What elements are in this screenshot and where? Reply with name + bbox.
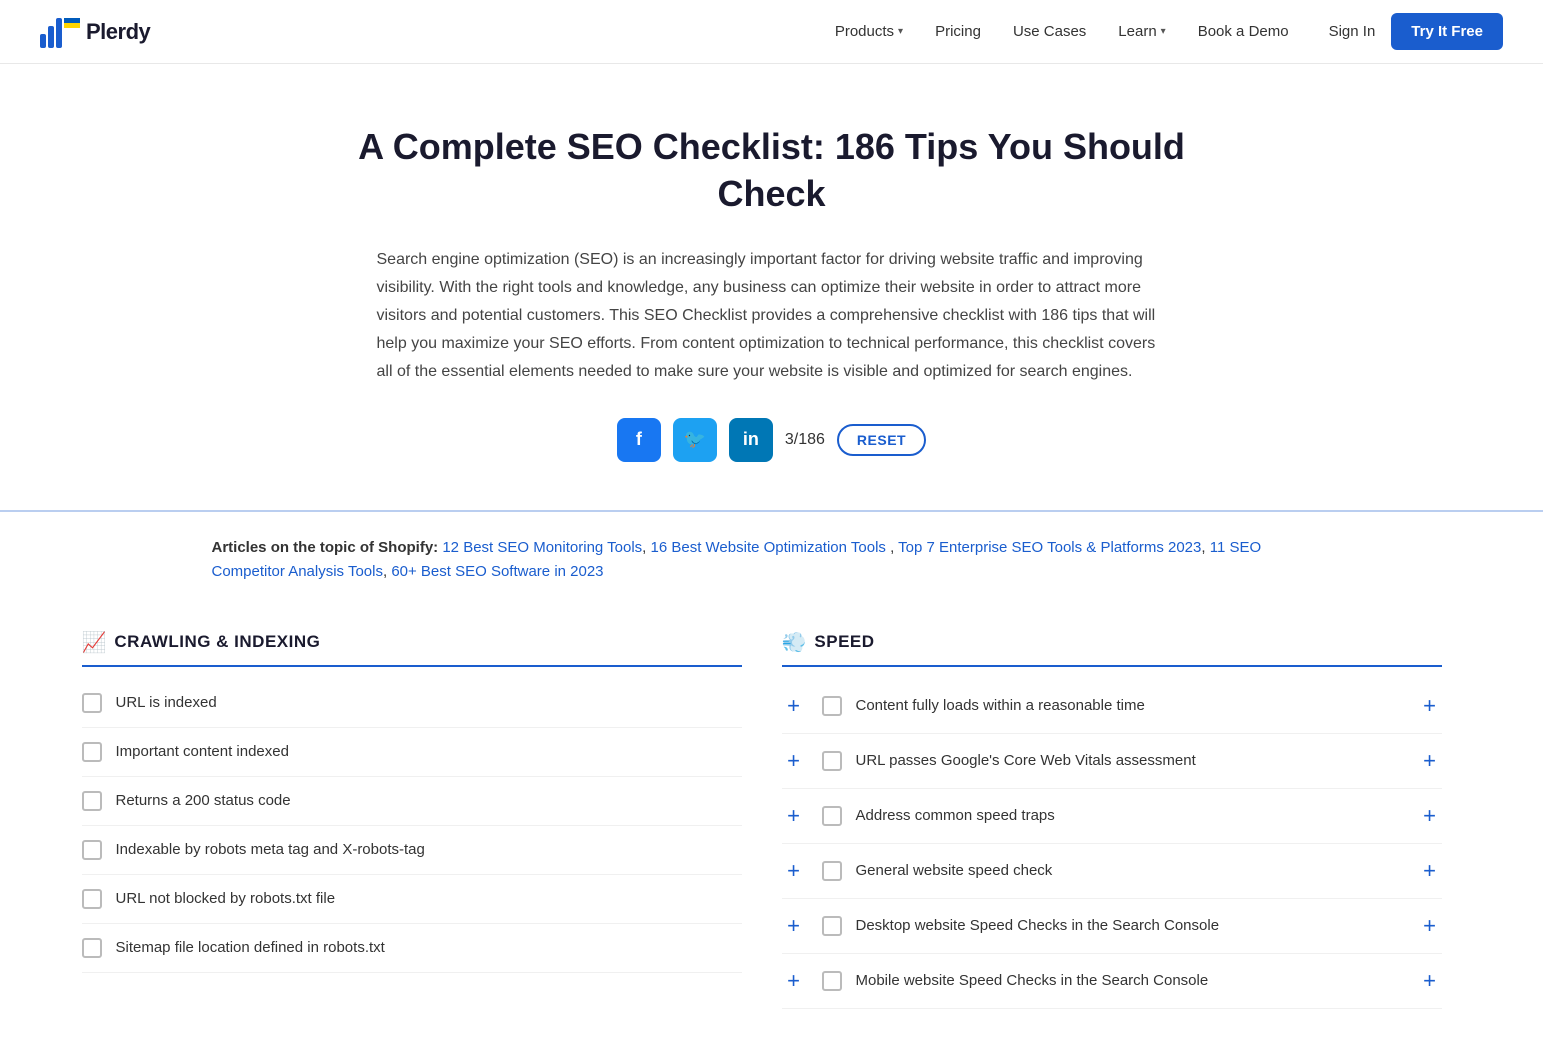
- reset-button[interactable]: RESET: [837, 424, 926, 456]
- speed-section: 💨 SPEED + Content fully loads within a r…: [772, 620, 1472, 1019]
- nav-item-learn[interactable]: Learn ▾: [1118, 23, 1165, 40]
- checkbox-desktop-speed[interactable]: [822, 916, 842, 936]
- checkbox-content-indexed[interactable]: [82, 742, 102, 762]
- item-label-url-indexed: URL is indexed: [116, 694, 742, 711]
- article-link-2[interactable]: 16 Best Website Optimization Tools: [651, 539, 886, 556]
- expand-speed-4[interactable]: +: [782, 858, 806, 884]
- facebook-share-button[interactable]: f: [617, 418, 661, 462]
- section-divider: [0, 510, 1543, 512]
- list-item: Returns a 200 status code: [82, 777, 742, 826]
- item-label-robots-meta: Indexable by robots meta tag and X-robot…: [116, 841, 742, 858]
- nav-links: Products ▾ Pricing Use Cases Learn ▾ Boo…: [835, 23, 1289, 40]
- item-label-core-web-vitals: URL passes Google's Core Web Vitals asse…: [856, 752, 1418, 769]
- hero-description: Search engine optimization (SEO) is an i…: [377, 246, 1167, 386]
- navbar: Plerdy Products ▾ Pricing Use Cases Lear…: [0, 0, 1543, 64]
- chevron-down-icon: ▾: [1161, 26, 1166, 37]
- expand-right-speed-4[interactable]: +: [1418, 858, 1442, 884]
- item-label-content-indexed: Important content indexed: [116, 743, 742, 760]
- item-label-200-status: Returns a 200 status code: [116, 792, 742, 809]
- speed-section-header: 💨 SPEED: [782, 630, 1442, 667]
- checkbox-sitemap-robots[interactable]: [82, 938, 102, 958]
- checkbox-speed-traps[interactable]: [822, 806, 842, 826]
- crawling-icon: 📈: [82, 630, 107, 655]
- articles-row: Articles on the topic of Shopify: 12 Bes…: [172, 512, 1372, 600]
- list-item: + URL passes Google's Core Web Vitals as…: [782, 734, 1442, 789]
- logo-icon: [40, 16, 80, 48]
- list-item: + Content fully loads within a reasonabl…: [782, 679, 1442, 734]
- expand-speed-2[interactable]: +: [782, 748, 806, 774]
- checkbox-general-speed[interactable]: [822, 861, 842, 881]
- article-link-1[interactable]: 12 Best SEO Monitoring Tools: [442, 539, 642, 556]
- chevron-down-icon: ▾: [898, 26, 903, 37]
- nav-use-cases-link[interactable]: Use Cases: [1013, 23, 1086, 40]
- expand-right-speed-5[interactable]: +: [1418, 913, 1442, 939]
- nav-book-demo-link[interactable]: Book a Demo: [1198, 23, 1289, 40]
- nav-item-products[interactable]: Products ▾: [835, 23, 903, 40]
- list-item: URL not blocked by robots.txt file: [82, 875, 742, 924]
- sign-in-button[interactable]: Sign In: [1329, 23, 1376, 40]
- twitter-share-button[interactable]: 🐦: [673, 418, 717, 462]
- logo-link[interactable]: Plerdy: [40, 16, 150, 48]
- checkbox-core-web-vitals[interactable]: [822, 751, 842, 771]
- checkbox-200-status[interactable]: [82, 791, 102, 811]
- nav-right: Sign In Try It Free: [1329, 13, 1503, 50]
- nav-item-use-cases[interactable]: Use Cases: [1013, 23, 1086, 40]
- item-label-mobile-speed: Mobile website Speed Checks in the Searc…: [856, 972, 1418, 989]
- linkedin-share-button[interactable]: in: [729, 418, 773, 462]
- item-label-robots-txt: URL not blocked by robots.txt file: [116, 890, 742, 907]
- list-item: Important content indexed: [82, 728, 742, 777]
- item-label-content-loads: Content fully loads within a reasonable …: [856, 697, 1418, 714]
- item-label-desktop-speed: Desktop website Speed Checks in the Sear…: [856, 917, 1418, 934]
- list-item: + Address common speed traps +: [782, 789, 1442, 844]
- list-item: URL is indexed: [82, 679, 742, 728]
- item-label-speed-traps: Address common speed traps: [856, 807, 1418, 824]
- list-item: + Mobile website Speed Checks in the Sea…: [782, 954, 1442, 1009]
- expand-speed-3[interactable]: +: [782, 803, 806, 829]
- checkbox-content-loads[interactable]: [822, 696, 842, 716]
- article-link-5[interactable]: 60+ Best SEO Software in 2023: [391, 563, 603, 580]
- expand-speed-5[interactable]: +: [782, 913, 806, 939]
- crawling-indexing-section: 📈 CRAWLING & INDEXING URL is indexed Imp…: [72, 620, 772, 1019]
- expand-speed-1[interactable]: +: [782, 693, 806, 719]
- list-item: Sitemap file location defined in robots.…: [82, 924, 742, 973]
- speed-icon: 💨: [782, 630, 807, 655]
- expand-speed-6[interactable]: +: [782, 968, 806, 994]
- nav-item-book-demo[interactable]: Book a Demo: [1198, 23, 1289, 40]
- expand-right-speed-6[interactable]: +: [1418, 968, 1442, 994]
- page-title: A Complete SEO Checklist: 186 Tips You S…: [342, 124, 1202, 218]
- logo-text: Plerdy: [86, 19, 150, 45]
- crawling-section-title: CRAWLING & INDEXING: [114, 632, 320, 652]
- expand-right-speed-3[interactable]: +: [1418, 803, 1442, 829]
- try-free-button[interactable]: Try It Free: [1391, 13, 1503, 50]
- crawling-section-header: 📈 CRAWLING & INDEXING: [82, 630, 742, 667]
- nav-item-pricing[interactable]: Pricing: [935, 23, 981, 40]
- checkbox-url-indexed[interactable]: [82, 693, 102, 713]
- list-item: + Desktop website Speed Checks in the Se…: [782, 899, 1442, 954]
- nav-pricing-link[interactable]: Pricing: [935, 23, 981, 40]
- expand-right-speed-2[interactable]: +: [1418, 748, 1442, 774]
- checklist-grid: 📈 CRAWLING & INDEXING URL is indexed Imp…: [32, 600, 1512, 1059]
- articles-label: Articles on the topic of Shopify:: [212, 539, 439, 556]
- item-label-sitemap-robots: Sitemap file location defined in robots.…: [116, 939, 742, 956]
- social-share-row: f 🐦 in 3/186 RESET: [342, 418, 1202, 462]
- speed-section-title: SPEED: [814, 632, 874, 652]
- nav-products-link[interactable]: Products ▾: [835, 23, 903, 40]
- list-item: + General website speed check +: [782, 844, 1442, 899]
- nav-learn-link[interactable]: Learn ▾: [1118, 23, 1165, 40]
- item-label-general-speed: General website speed check: [856, 862, 1418, 879]
- list-item: Indexable by robots meta tag and X-robot…: [82, 826, 742, 875]
- expand-right-speed-1[interactable]: +: [1418, 693, 1442, 719]
- checkbox-robots-meta[interactable]: [82, 840, 102, 860]
- checkbox-mobile-speed[interactable]: [822, 971, 842, 991]
- progress-counter: 3/186: [785, 431, 825, 449]
- checkbox-robots-txt[interactable]: [82, 889, 102, 909]
- hero-section: A Complete SEO Checklist: 186 Tips You S…: [322, 64, 1222, 510]
- article-link-3[interactable]: Top 7 Enterprise SEO Tools & Platforms 2…: [898, 539, 1201, 556]
